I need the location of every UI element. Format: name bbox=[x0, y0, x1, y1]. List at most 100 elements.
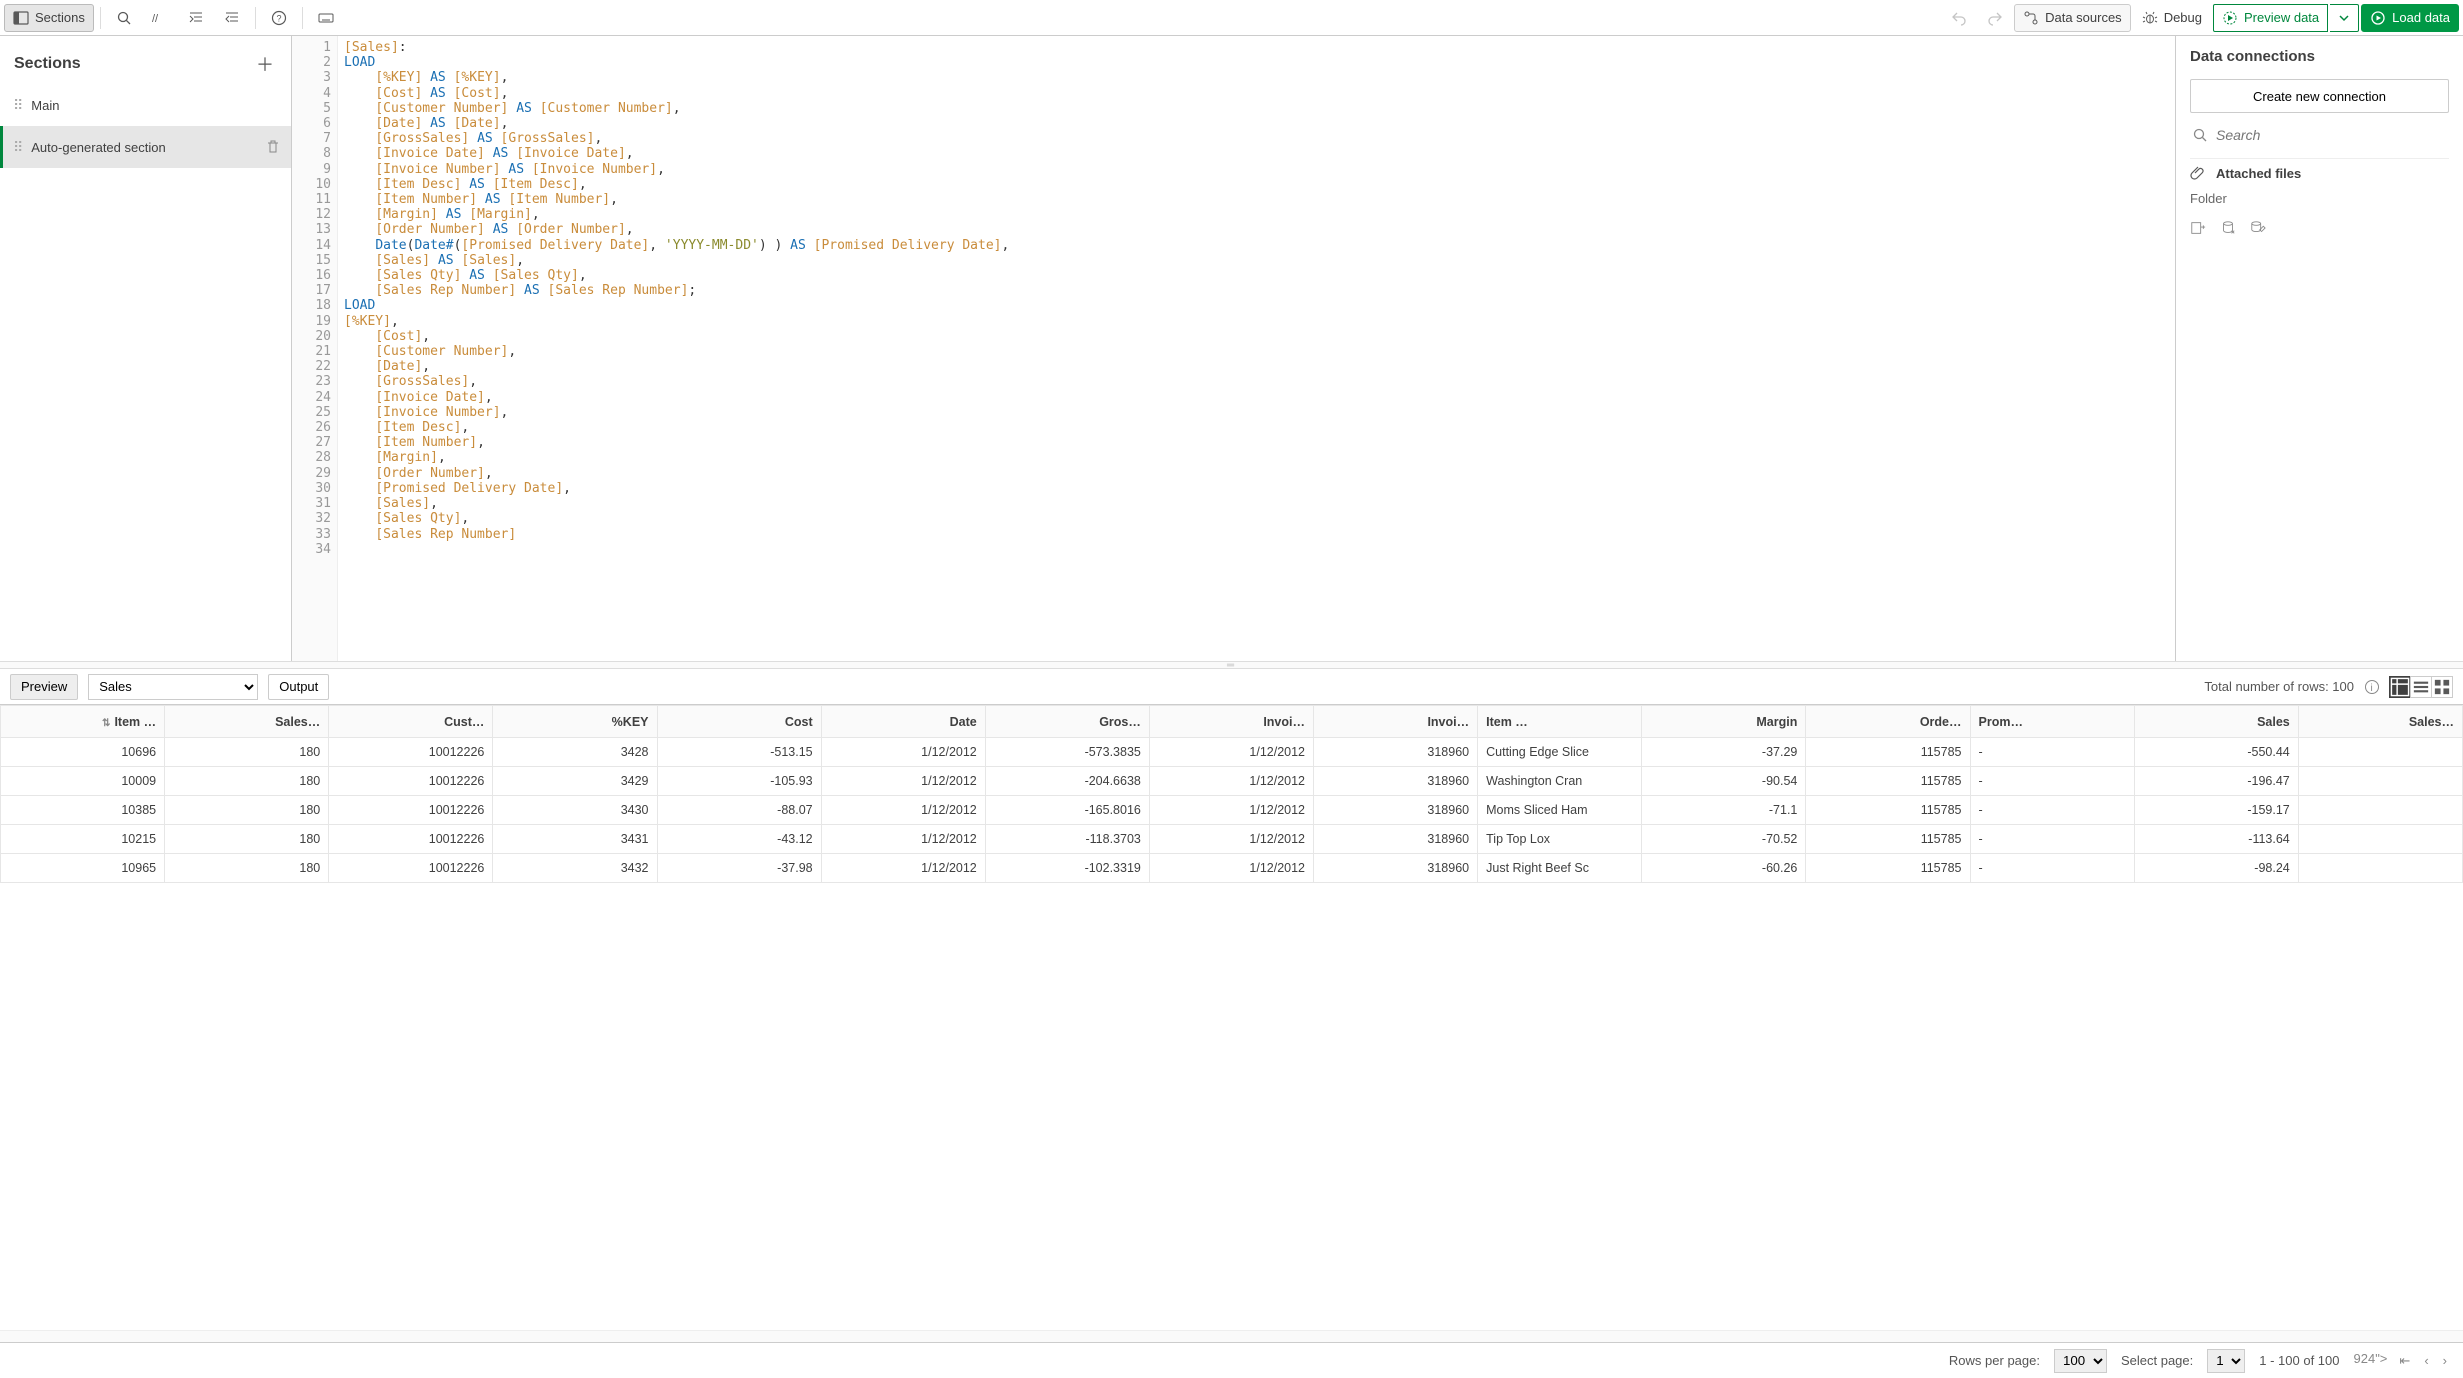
column-header[interactable]: Gros… bbox=[985, 706, 1149, 738]
preview-data-button[interactable]: Preview data bbox=[2213, 4, 2328, 32]
table-cell: -118.3703 bbox=[985, 825, 1149, 854]
column-header[interactable]: Sales bbox=[2134, 706, 2298, 738]
search-icon bbox=[2192, 127, 2208, 143]
horizontal-splitter[interactable]: ═ bbox=[0, 661, 2463, 669]
table-cell: 318960 bbox=[1314, 825, 1478, 854]
data-preview-table-wrap[interactable]: ⇅Item …Sales…Cust…%KEYCostDateGros…Invoi… bbox=[0, 705, 2463, 1330]
table-row[interactable]: 10965180100122263432-37.981/12/2012-102.… bbox=[1, 854, 2463, 883]
horizontal-scrollbar[interactable] bbox=[0, 1330, 2463, 1342]
editor-code[interactable]: [Sales]: LOAD [%KEY] AS [%KEY], [Cost] A… bbox=[338, 36, 2175, 661]
table-cell: - bbox=[1970, 854, 2134, 883]
table-cell: 115785 bbox=[1806, 767, 1970, 796]
top-toolbar: Sections // ? bbox=[0, 0, 2463, 36]
table-cell: Cutting Edge Slice bbox=[1478, 738, 1642, 767]
table-cell: 180 bbox=[165, 796, 329, 825]
output-tab[interactable]: Output bbox=[268, 674, 329, 700]
keyboard-icon bbox=[318, 10, 334, 26]
column-header[interactable]: ⇅Item … bbox=[1, 706, 165, 738]
select-data-icon[interactable] bbox=[2220, 220, 2236, 236]
help-button[interactable]: ? bbox=[262, 4, 296, 32]
indent-button[interactable] bbox=[179, 4, 213, 32]
svg-text:?: ? bbox=[276, 13, 281, 23]
outdent-button[interactable] bbox=[215, 4, 249, 32]
column-header[interactable]: Prom… bbox=[1970, 706, 2134, 738]
load-data-button[interactable]: Load data bbox=[2361, 4, 2459, 32]
column-header[interactable]: Invoi… bbox=[1149, 706, 1313, 738]
redo-button[interactable] bbox=[1978, 4, 2012, 32]
column-header[interactable]: Sales… bbox=[165, 706, 329, 738]
edit-connection-icon[interactable] bbox=[2250, 220, 2266, 236]
column-header[interactable]: Margin bbox=[1642, 706, 1806, 738]
table-cell: 180 bbox=[165, 767, 329, 796]
table-cell: 1/12/2012 bbox=[1149, 738, 1313, 767]
search-button[interactable] bbox=[107, 4, 141, 32]
select-page-select[interactable]: 1 bbox=[2207, 1349, 2245, 1373]
pagination-bar: Rows per page: 100 Select page: 1 1 - 10… bbox=[0, 1342, 2463, 1378]
column-header[interactable]: Cost bbox=[657, 706, 821, 738]
help-icon: ? bbox=[271, 10, 287, 26]
toolbar-separator bbox=[255, 7, 256, 29]
column-header[interactable]: Item … bbox=[1478, 706, 1642, 738]
column-header[interactable]: Cust… bbox=[329, 706, 493, 738]
info-icon[interactable]: i bbox=[2364, 679, 2380, 695]
connections-search-input[interactable] bbox=[2216, 127, 2447, 143]
table-cell bbox=[2298, 854, 2462, 883]
column-header[interactable]: %KEY bbox=[493, 706, 657, 738]
comment-toggle-button[interactable]: // bbox=[143, 4, 177, 32]
table-cell: -550.44 bbox=[2134, 738, 2298, 767]
add-section-button[interactable]: ＋ bbox=[253, 52, 277, 76]
table-cell: 10012226 bbox=[329, 825, 493, 854]
undo-button[interactable] bbox=[1942, 4, 1976, 32]
drag-handle-icon[interactable]: ⠿ bbox=[13, 97, 21, 114]
table-cell: - bbox=[1970, 738, 2134, 767]
column-header[interactable]: Orde… bbox=[1806, 706, 1970, 738]
drag-handle-icon[interactable]: ⠿ bbox=[13, 139, 21, 156]
preview-tab[interactable]: Preview bbox=[10, 674, 78, 700]
insert-script-icon[interactable] bbox=[2190, 220, 2206, 236]
table-cell: -165.8016 bbox=[985, 796, 1149, 825]
view-list-button[interactable] bbox=[2410, 676, 2432, 698]
view-grid-button[interactable] bbox=[2431, 676, 2453, 698]
table-row[interactable]: 10385180100122263430-88.071/12/2012-165.… bbox=[1, 796, 2463, 825]
rows-per-page-label: Rows per page: bbox=[1949, 1353, 2040, 1368]
table-cell: -70.52 bbox=[1642, 825, 1806, 854]
table-cell: 3430 bbox=[493, 796, 657, 825]
debug-button[interactable]: Debug bbox=[2133, 4, 2211, 32]
sections-toggle-button[interactable]: Sections bbox=[4, 4, 94, 32]
rows-per-page-select[interactable]: 100 bbox=[2054, 1349, 2107, 1373]
table-cell: - bbox=[1970, 767, 2134, 796]
preview-data-dropdown[interactable] bbox=[2330, 4, 2359, 32]
table-row[interactable]: 10009180100122263429-105.931/12/2012-204… bbox=[1, 767, 2463, 796]
keyboard-button[interactable] bbox=[309, 4, 343, 32]
outdent-icon bbox=[224, 10, 240, 26]
section-item[interactable]: ⠿ Auto-generated section bbox=[0, 126, 291, 168]
table-select[interactable]: Sales bbox=[88, 674, 258, 700]
trash-icon[interactable] bbox=[265, 139, 281, 155]
table-cell: - bbox=[1970, 796, 2134, 825]
table-cell: 1/12/2012 bbox=[821, 738, 985, 767]
table-cell: 115785 bbox=[1806, 796, 1970, 825]
create-connection-button[interactable]: Create new connection bbox=[2190, 79, 2449, 113]
table-cell: -43.12 bbox=[657, 825, 821, 854]
column-header[interactable]: Sales… bbox=[2298, 706, 2462, 738]
prev-page-button[interactable]: ‹ bbox=[2422, 1351, 2430, 1371]
toolbar-separator bbox=[302, 7, 303, 29]
column-header[interactable]: Date bbox=[821, 706, 985, 738]
attachment-icon bbox=[2190, 165, 2206, 181]
view-toggle bbox=[2390, 676, 2453, 698]
next-page-button[interactable]: › bbox=[2441, 1351, 2449, 1371]
section-item[interactable]: ⠿ Main bbox=[0, 84, 291, 126]
table-cell: 1/12/2012 bbox=[1149, 767, 1313, 796]
undo-icon bbox=[1951, 10, 1967, 26]
table-row[interactable]: 10215180100122263431-43.121/12/2012-118.… bbox=[1, 825, 2463, 854]
first-page-button[interactable]: ⇤ bbox=[2397, 1351, 2412, 1371]
data-sources-button[interactable]: Data sources bbox=[2014, 4, 2131, 32]
table-cell: 115785 bbox=[1806, 854, 1970, 883]
script-editor[interactable]: 1 2 3 4 5 6 7 8 9 10 11 12 13 14 15 16 1… bbox=[292, 36, 2175, 661]
view-table-button[interactable] bbox=[2389, 676, 2411, 698]
table-cell: 10215 bbox=[1, 825, 165, 854]
table-cell: -196.47 bbox=[2134, 767, 2298, 796]
table-row[interactable]: 10696180100122263428-513.151/12/2012-573… bbox=[1, 738, 2463, 767]
data-connections-title: Data connections bbox=[2190, 48, 2449, 65]
column-header[interactable]: Invoi… bbox=[1314, 706, 1478, 738]
